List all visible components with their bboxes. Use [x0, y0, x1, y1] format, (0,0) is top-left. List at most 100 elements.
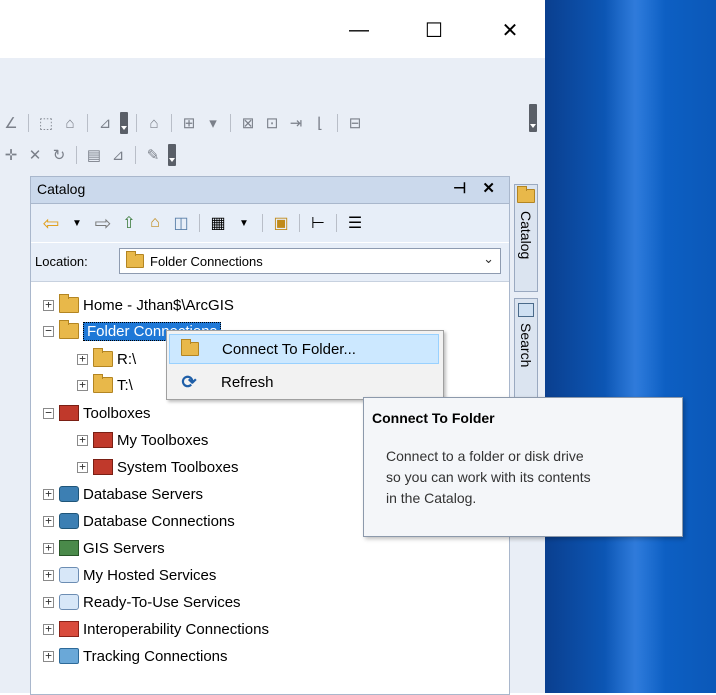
catalog-toolbar: ⇦ ▼ ⇨ ⇧ ⌂ ◫ ▦ ▼ ▣ ⊢ ☰ — [31, 204, 509, 242]
tracking-icon — [59, 648, 79, 664]
expand-icon[interactable]: + — [77, 461, 88, 473]
trim-icon[interactable]: ⌊ — [311, 114, 329, 132]
expand-icon[interactable]: + — [43, 515, 54, 527]
toolbar-overflow-button[interactable] — [120, 112, 128, 134]
view-list-icon[interactable]: ▦ — [208, 213, 228, 233]
expand-icon[interactable]: + — [43, 488, 54, 500]
location-value: Folder Connections — [150, 254, 263, 269]
toolbox-icon — [59, 405, 79, 421]
location-label: Location: — [35, 254, 88, 269]
forward-icon[interactable]: ⇨ — [93, 213, 113, 235]
close-window-button[interactable]: ✕ — [487, 12, 533, 48]
table-tool-icon[interactable]: ⊟ — [346, 114, 364, 132]
collapse-icon[interactable]: − — [43, 407, 54, 419]
catalog-tab-icon — [517, 186, 535, 203]
rotate-icon[interactable]: ↻ — [50, 146, 68, 164]
interop-icon — [59, 621, 79, 637]
dropdown-arrow-icon[interactable]: ▾ — [204, 114, 222, 132]
pin-icon[interactable]: ⊣ — [453, 180, 472, 197]
tab-search[interactable]: Search — [514, 298, 538, 398]
tree-item-home[interactable]: + Home - Jthan$\ArcGIS — [43, 294, 234, 316]
expand-icon[interactable]: + — [43, 650, 54, 662]
split-icon[interactable]: ⊡ — [263, 114, 281, 132]
tree-item-ready-to-use-services[interactable]: + Ready-To-Use Services — [43, 591, 241, 613]
expand-icon[interactable]: + — [43, 542, 54, 554]
select-features-icon[interactable]: ⬚ — [37, 114, 55, 132]
editor-toolbar-2: ✛ ✕ ↻ ▤ ⊿ ✎ — [2, 140, 176, 170]
chevron-down-icon: ⌄ — [483, 251, 494, 266]
expand-icon[interactable]: + — [77, 379, 88, 391]
sketch-properties-icon[interactable]: ⊿ — [109, 146, 127, 164]
toggle-tree-icon[interactable]: ⊢ — [308, 213, 328, 233]
connect-folder-icon — [180, 339, 200, 358]
tree-item-my-hosted-services[interactable]: + My Hosted Services — [43, 564, 216, 586]
expand-icon[interactable]: + — [43, 623, 54, 635]
tree-item-r-drive[interactable]: + R:\ — [77, 348, 136, 370]
tooltip-body: Connect to a folder or disk drive so you… — [386, 448, 591, 506]
merge-icon[interactable]: ⊠ — [239, 114, 257, 132]
tree-item-toolboxes[interactable]: − Toolboxes — [43, 402, 151, 424]
toolbar-overflow-button-2[interactable] — [168, 144, 176, 166]
home-folder-icon — [59, 294, 79, 313]
tree-item-tracking-connections[interactable]: + Tracking Connections — [43, 645, 228, 667]
tree-item-label: Database Connections — [83, 512, 235, 530]
expand-icon[interactable]: + — [43, 596, 54, 608]
expand-icon[interactable]: + — [43, 299, 54, 311]
folder-connections-icon — [59, 320, 79, 339]
tree-item-gis-servers[interactable]: + GIS Servers — [43, 537, 165, 559]
toolbar-chevron-button[interactable] — [527, 104, 539, 132]
tree-item-label: System Toolboxes — [117, 458, 239, 476]
tree-item-system-toolboxes[interactable]: + System Toolboxes — [77, 456, 238, 478]
tree-item-interoperability-connections[interactable]: + Interoperability Connections — [43, 618, 269, 640]
tree-item-database-connections[interactable]: + Database Connections — [43, 510, 235, 532]
tree-item-label: Tracking Connections — [83, 647, 228, 665]
location-dropdown[interactable]: Folder Connections ⌄ — [119, 248, 501, 274]
edit-vertices-icon[interactable]: ⌂ — [61, 114, 79, 132]
tab-catalog[interactable]: Catalog — [514, 184, 538, 292]
tree-item-t-drive[interactable]: + T:\ — [77, 374, 133, 396]
catalog-title-bar[interactable]: Catalog ⊣ ✕ — [31, 177, 509, 204]
create-features-icon[interactable]: ✎ — [144, 146, 162, 164]
expand-icon[interactable]: + — [77, 353, 88, 365]
toolbox-icon — [93, 459, 113, 475]
tree-item-database-servers[interactable]: + Database Servers — [43, 483, 203, 505]
folder-icon — [93, 374, 113, 393]
folder-connections-icon — [126, 251, 144, 268]
expand-icon[interactable]: + — [77, 434, 88, 446]
up-one-level-icon[interactable]: ⇧ — [119, 213, 139, 233]
hosted-services-icon — [59, 567, 79, 583]
location-bar: Location: Folder Connections ⌄ — [31, 243, 509, 282]
tree-item-label: Database Servers — [83, 485, 204, 503]
catalog-title: Catalog — [37, 181, 86, 197]
ready-services-icon — [59, 594, 79, 610]
move-icon[interactable]: ✛ — [2, 146, 20, 164]
connect-to-folder-toolbar-icon[interactable]: ▣ — [271, 213, 291, 233]
minimize-button[interactable]: — — [336, 12, 382, 48]
back-icon[interactable]: ⇦ — [41, 213, 61, 235]
topology-icon[interactable]: ⊿ — [96, 114, 114, 132]
home-icon[interactable]: ⌂ — [145, 213, 165, 233]
expand-icon[interactable]: + — [43, 569, 54, 581]
back-dropdown-icon[interactable]: ▼ — [67, 213, 87, 233]
layer-icon[interactable]: ⌂ — [145, 114, 163, 132]
options-icon[interactable]: ☰ — [345, 213, 365, 233]
close-catalog-icon[interactable]: ✕ — [482, 180, 501, 197]
attributes-icon[interactable]: ▤ — [85, 146, 103, 164]
tree-item-my-toolboxes[interactable]: + My Toolboxes — [77, 429, 208, 451]
sketch-icon[interactable]: ∠ — [2, 114, 20, 132]
maximize-button[interactable]: ☐ — [411, 12, 457, 48]
menu-item-connect-to-folder[interactable]: Connect To Folder... — [169, 334, 439, 364]
collapse-icon[interactable]: − — [43, 325, 54, 337]
tree-item-label: My Toolboxes — [117, 431, 209, 449]
tree-item-label: Interoperability Connections — [83, 620, 269, 638]
extend-icon[interactable]: ⇥ — [287, 114, 305, 132]
delete-vertex-icon[interactable]: ✕ — [26, 146, 44, 164]
view-dropdown-icon[interactable]: ▼ — [234, 213, 254, 233]
minimize-icon: — — [349, 18, 369, 41]
tree-item-label: Home - Jthan$\ArcGIS — [83, 296, 234, 314]
default-gdb-icon[interactable]: ◫ — [171, 213, 191, 233]
menu-item-refresh[interactable]: ⟳ Refresh — [169, 367, 439, 397]
chevron-down-icon — [529, 104, 537, 132]
grid-tool-icon[interactable]: ⊞ — [180, 114, 198, 132]
database-server-icon — [59, 486, 79, 502]
